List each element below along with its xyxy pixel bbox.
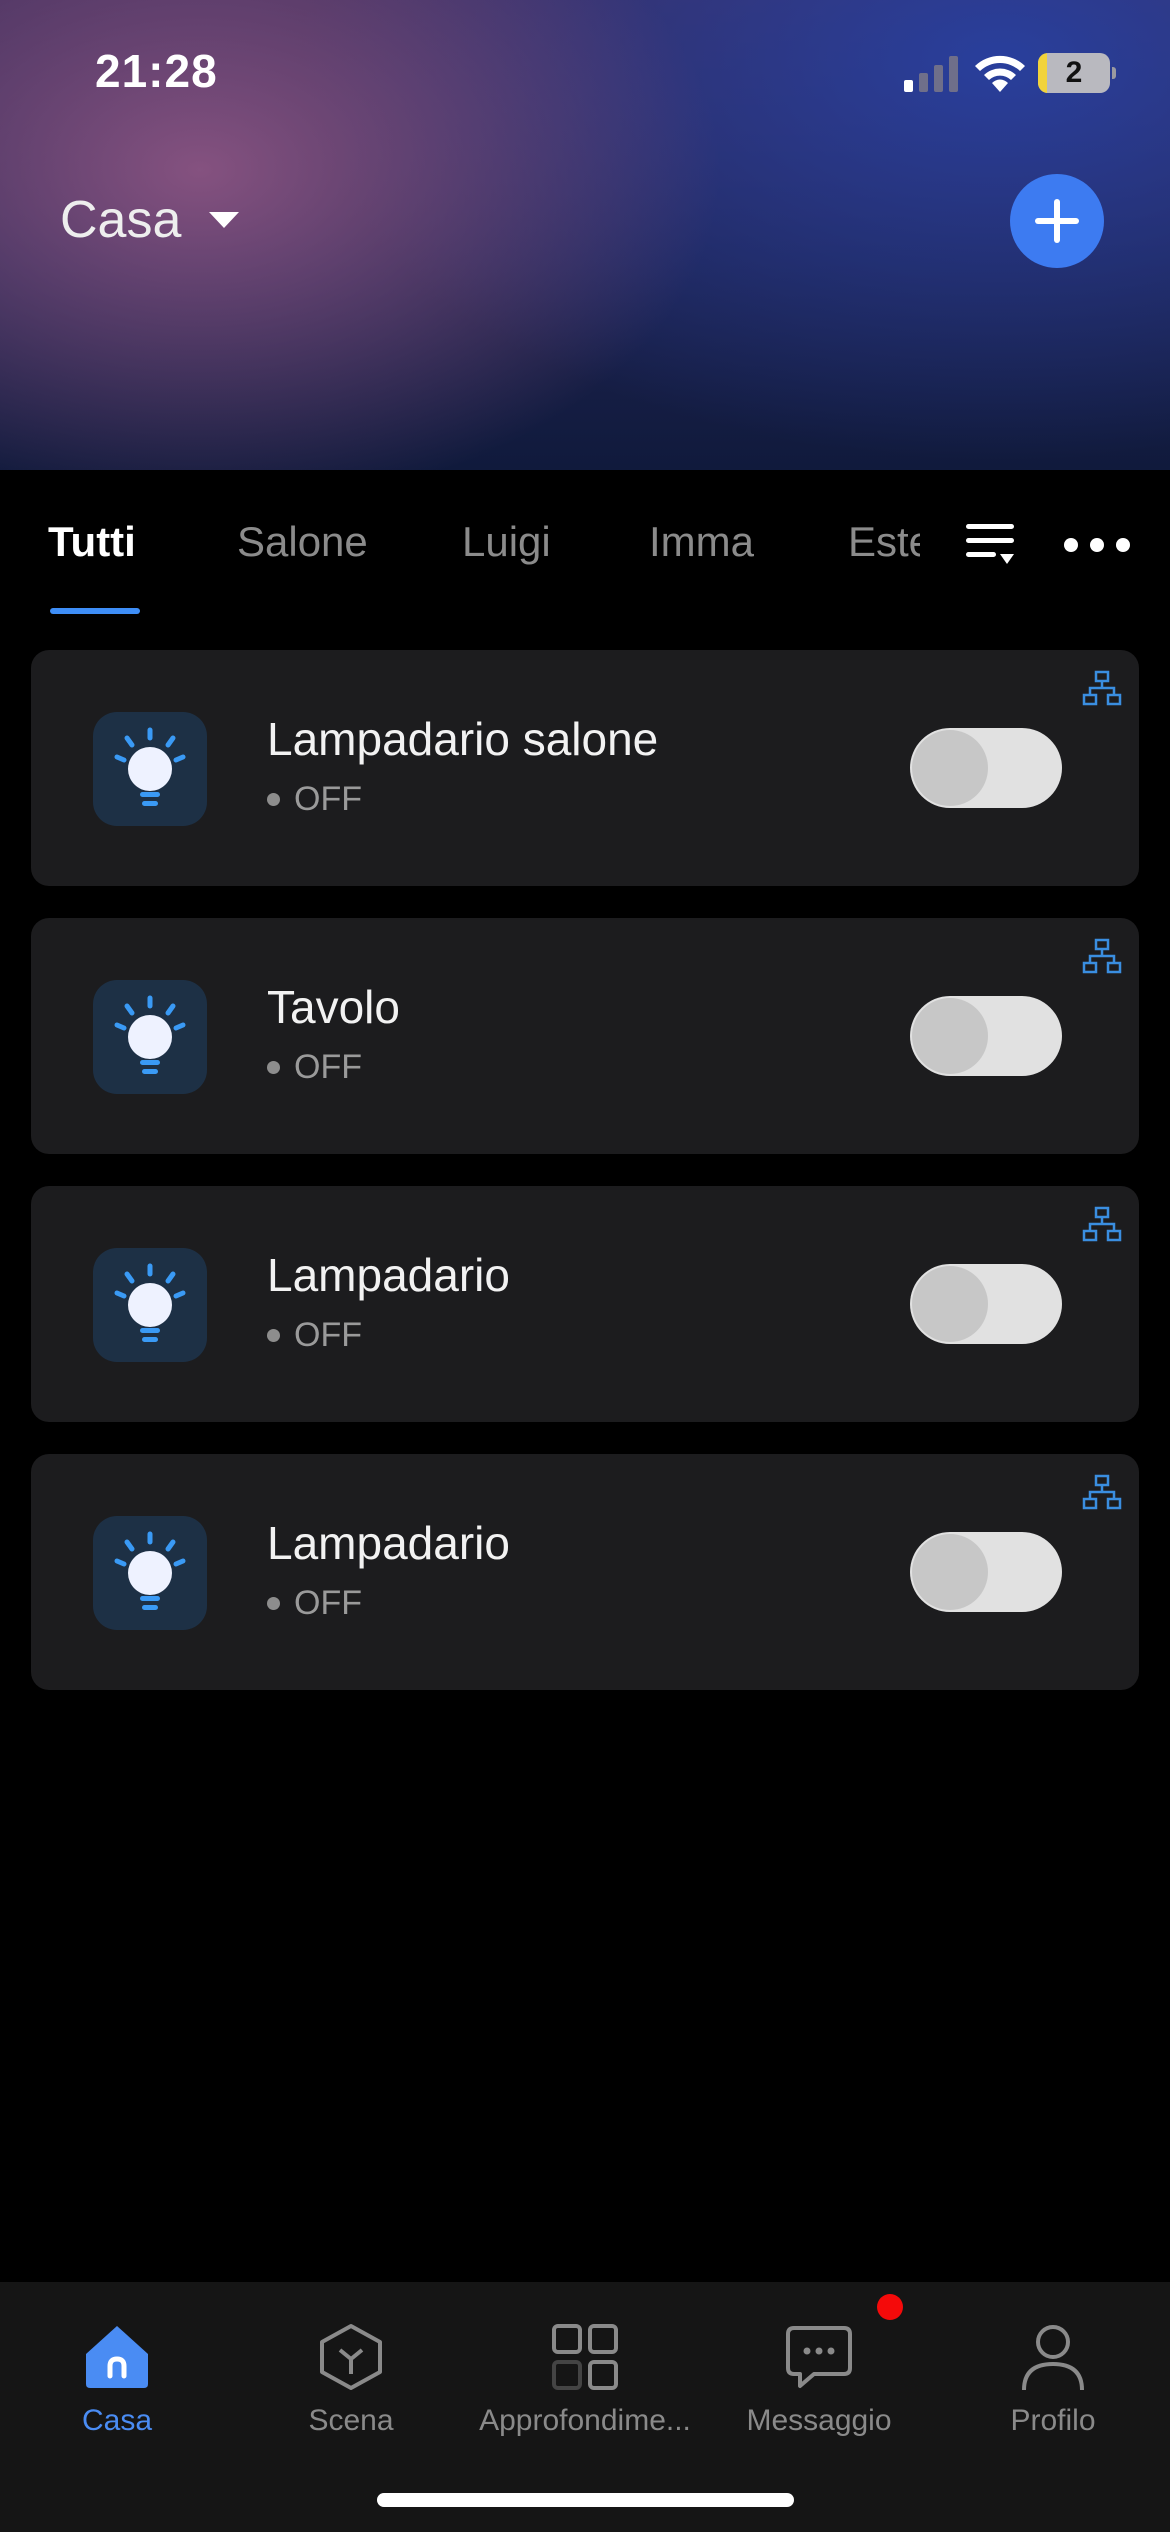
tab-luigi[interactable]: Luigi bbox=[462, 518, 551, 566]
status-text: OFF bbox=[294, 780, 362, 818]
toggle-knob bbox=[912, 998, 988, 1074]
tab-scroll-area[interactable]: Tutti Salone Luigi Imma Esterno bbox=[0, 470, 920, 620]
status-dot bbox=[267, 1061, 280, 1074]
room-tabs: Tutti Salone Luigi Imma Esterno bbox=[0, 470, 1170, 620]
nav-label: Messaggio bbox=[746, 2404, 892, 2437]
device-status: OFF bbox=[267, 1048, 362, 1087]
power-toggle[interactable] bbox=[910, 1264, 1062, 1344]
home-title: Casa bbox=[60, 191, 182, 249]
device-card[interactable]: Lampadario OFF bbox=[31, 1454, 1139, 1690]
device-list: Lampadario salone OFF Tavolo OFF Lampada… bbox=[31, 650, 1139, 1722]
battery-icon: 2 bbox=[1038, 53, 1116, 93]
app-screen: 21:28 2 Casa Tutti Salone Luigi Imma Est… bbox=[0, 0, 1170, 2532]
message-icon bbox=[786, 2326, 852, 2388]
header-background: 21:28 2 Casa bbox=[0, 0, 1170, 470]
nav-scena[interactable]: Scena bbox=[234, 2302, 468, 2442]
tab-tutti[interactable]: Tutti bbox=[48, 518, 136, 566]
home-icon bbox=[86, 2326, 148, 2388]
device-card[interactable]: Lampadario OFF bbox=[31, 1186, 1139, 1422]
status-text: OFF bbox=[294, 1316, 362, 1354]
add-device-button[interactable] bbox=[1010, 174, 1104, 268]
scene-cube-icon bbox=[320, 2324, 382, 2390]
tab-indicator bbox=[50, 608, 140, 614]
device-name: Tavolo bbox=[267, 981, 400, 1033]
sort-list-icon[interactable] bbox=[966, 520, 1018, 570]
status-bar: 21:28 2 bbox=[0, 0, 1170, 150]
nav-approfondimenti[interactable]: Approfondime... bbox=[468, 2302, 702, 2442]
hub-network-icon bbox=[1082, 670, 1122, 706]
light-bulb-icon bbox=[114, 1263, 186, 1342]
notification-badge bbox=[877, 2294, 903, 2320]
profile-icon bbox=[1022, 2325, 1084, 2391]
nav-casa[interactable]: Casa bbox=[0, 2302, 234, 2442]
device-icon-container bbox=[93, 712, 207, 826]
light-bulb-icon bbox=[114, 727, 186, 806]
toggle-knob bbox=[912, 1266, 988, 1342]
home-selector[interactable]: Casa bbox=[60, 190, 240, 250]
device-icon-container bbox=[93, 1248, 207, 1362]
status-text: OFF bbox=[294, 1584, 362, 1622]
status-dot bbox=[267, 1329, 280, 1342]
power-toggle[interactable] bbox=[910, 996, 1062, 1076]
toggle-knob bbox=[912, 730, 988, 806]
nav-messaggio[interactable]: Messaggio bbox=[702, 2302, 936, 2442]
device-card[interactable]: Tavolo OFF bbox=[31, 918, 1139, 1154]
grid-icon bbox=[552, 2324, 618, 2390]
battery-percentage: 2 bbox=[1065, 56, 1083, 89]
status-dot bbox=[267, 793, 280, 806]
device-name: Lampadario bbox=[267, 1517, 510, 1569]
home-indicator[interactable] bbox=[377, 2493, 794, 2507]
device-icon-container bbox=[93, 980, 207, 1094]
light-bulb-icon bbox=[114, 995, 186, 1074]
hub-network-icon bbox=[1082, 1206, 1122, 1242]
plus-icon bbox=[1035, 199, 1079, 243]
device-name: Lampadario salone bbox=[267, 713, 659, 765]
device-icon-container bbox=[93, 1516, 207, 1630]
device-status: OFF bbox=[267, 780, 362, 819]
tab-esterno[interactable]: Esterno bbox=[848, 518, 920, 566]
more-horizontal-icon[interactable] bbox=[1064, 530, 1130, 560]
status-time: 21:28 bbox=[95, 45, 218, 97]
device-status: OFF bbox=[267, 1584, 362, 1623]
nav-label: Profilo bbox=[1010, 2404, 1096, 2437]
nav-label: Approfondime... bbox=[479, 2404, 691, 2437]
toggle-knob bbox=[912, 1534, 988, 1610]
light-bulb-icon bbox=[114, 1531, 186, 1610]
tab-salone[interactable]: Salone bbox=[237, 518, 368, 566]
caret-down-icon bbox=[209, 212, 240, 228]
device-name: Lampadario bbox=[267, 1249, 510, 1301]
status-dot bbox=[267, 1597, 280, 1610]
hub-network-icon bbox=[1082, 1474, 1122, 1510]
nav-label: Casa bbox=[81, 2404, 153, 2437]
wifi-icon bbox=[975, 55, 1025, 92]
hub-network-icon bbox=[1082, 938, 1122, 974]
power-toggle[interactable] bbox=[910, 728, 1062, 808]
device-card[interactable]: Lampadario salone OFF bbox=[31, 650, 1139, 886]
nav-label: Scena bbox=[308, 2404, 394, 2437]
nav-profilo[interactable]: Profilo bbox=[936, 2302, 1170, 2442]
tab-imma[interactable]: Imma bbox=[649, 518, 754, 566]
power-toggle[interactable] bbox=[910, 1532, 1062, 1612]
cellular-signal-icon bbox=[904, 56, 958, 92]
status-text: OFF bbox=[294, 1048, 362, 1086]
device-status: OFF bbox=[267, 1316, 362, 1355]
